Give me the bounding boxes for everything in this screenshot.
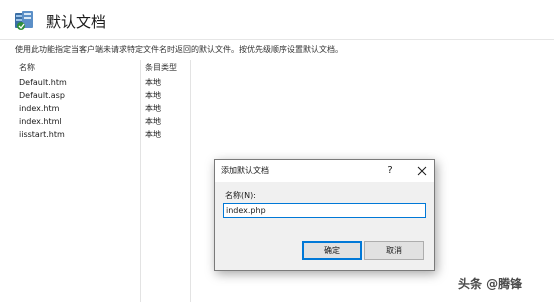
ok-button[interactable]: 确定 <box>302 241 362 260</box>
list-item[interactable]: index.html 本地 <box>14 115 189 128</box>
list-item-name: Default.htm <box>19 78 67 87</box>
name-input[interactable] <box>223 203 426 218</box>
close-icon <box>417 166 427 176</box>
list-item-name: index.htm <box>19 104 60 113</box>
close-button[interactable] <box>413 163 431 179</box>
column-divider[interactable] <box>190 60 191 302</box>
iis-server-icon <box>13 9 35 31</box>
page-title: 默认文档 <box>46 13 107 31</box>
list-item[interactable]: Default.asp 本地 <box>14 89 189 102</box>
dialog-title: 添加默认文档 <box>221 166 269 175</box>
add-default-document-dialog: 添加默认文档 ? 名称(N): 确定 取消 <box>214 159 435 271</box>
list-item[interactable]: iisstart.htm 本地 <box>14 128 189 141</box>
cancel-button[interactable]: 取消 <box>364 241 424 260</box>
list-item-name: iisstart.htm <box>19 130 65 139</box>
column-header-type[interactable]: 条目类型 <box>145 63 177 73</box>
watermark: 头条 @腾锋 <box>458 277 523 291</box>
list-item-type: 本地 <box>145 91 161 100</box>
list-item[interactable]: Default.htm 本地 <box>14 76 189 89</box>
dialog-titlebar[interactable]: 添加默认文档 ? <box>215 160 434 182</box>
name-field-label: 名称(N): <box>225 191 256 200</box>
list-item-type: 本地 <box>145 130 161 139</box>
list-item-name: index.html <box>19 117 62 126</box>
list-item-type: 本地 <box>145 78 161 87</box>
list-item-type: 本地 <box>145 104 161 113</box>
page-header: 默认文档 <box>0 0 554 40</box>
page-description: 使用此功能指定当客户端未请求特定文件名时返回的默认文件。按优先级顺序设置默认文档… <box>15 45 343 54</box>
column-header-name[interactable]: 名称 <box>19 63 35 73</box>
list-item-type: 本地 <box>145 117 161 126</box>
help-button[interactable]: ? <box>381 163 399 179</box>
list-item[interactable]: index.htm 本地 <box>14 102 189 115</box>
list-item-name: Default.asp <box>19 91 65 100</box>
